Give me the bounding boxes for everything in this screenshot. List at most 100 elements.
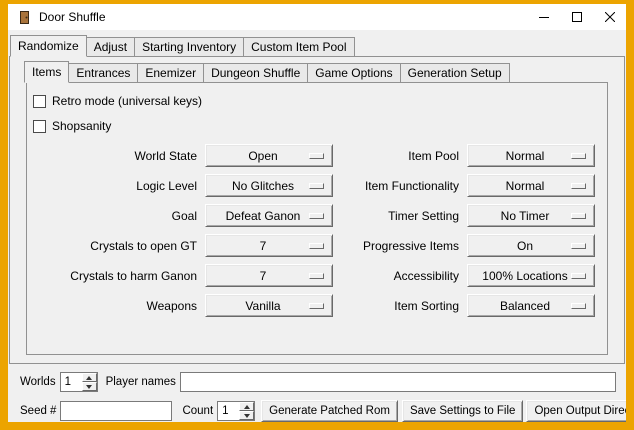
items-panel: Retro mode (universal keys) Shopsanity W… [26,82,608,355]
crystals-ganon-dropdown[interactable]: 7 [205,264,333,287]
logic-level-dropdown[interactable]: No Glitches [205,174,333,197]
tab-items[interactable]: Items [24,61,69,83]
tab-entrances[interactable]: Entrances [69,63,138,82]
close-button[interactable] [593,4,626,30]
dropdown-value: Open [248,149,277,163]
goal-label: Goal [29,209,197,223]
dropdown-indicator-icon [309,183,324,189]
caption-buttons [527,4,626,30]
count-label: Count [182,405,213,417]
retro-mode-checkbox[interactable] [33,95,46,108]
settings-row: Goal Defeat Ganon Timer Setting No Timer [29,204,605,227]
dropdown-value: 7 [260,269,267,283]
seed-row: Seed # Count 1 Generate Patched Rom Save… [20,400,616,422]
goal-dropdown[interactable]: Defeat Ganon [205,204,333,227]
spin-down-button[interactable] [82,382,97,391]
dropdown-indicator-icon [309,243,324,249]
app-window: Door Shuffle Randomize Adjust Starting I… [8,4,626,422]
dropdown-indicator-icon [571,183,586,189]
item-pool-label: Item Pool [347,149,459,163]
save-settings-button[interactable]: Save Settings to File [402,400,523,422]
progressive-items-label: Progressive Items [347,239,459,253]
player-names-label: Player names [106,376,176,388]
count-spinner[interactable]: 1 [217,401,255,421]
item-pool-dropdown[interactable]: Normal [467,144,595,167]
dropdown-value: No Glitches [232,179,294,193]
weapons-dropdown[interactable]: Vanilla [205,294,333,317]
tab-generation-setup[interactable]: Generation Setup [401,63,510,82]
dropdown-indicator-icon [309,213,324,219]
spinner-arrows [82,373,97,391]
shopsanity-label: Shopsanity [52,119,111,133]
dropdown-indicator-icon [571,153,586,159]
arrow-up-icon [244,405,250,409]
minimize-button[interactable] [527,4,560,30]
count-value[interactable]: 1 [218,402,239,420]
settings-grid: World State Open Item Pool Normal [29,144,605,317]
dropdown-indicator-icon [309,303,324,309]
item-sorting-dropdown[interactable]: Balanced [467,294,595,317]
accessibility-dropdown[interactable]: 100% Locations [467,264,595,287]
dropdown-value: On [517,239,533,253]
randomize-panel: Items Entrances Enemizer Dungeon Shuffle… [9,56,625,364]
logic-level-label: Logic Level [29,179,197,193]
crystals-gt-dropdown[interactable]: 7 [205,234,333,257]
dropdown-value: 100% Locations [482,269,567,283]
timer-setting-label: Timer Setting [347,209,459,223]
world-state-label: World State [29,149,197,163]
spin-down-button[interactable] [239,411,254,420]
settings-row: World State Open Item Pool Normal [29,144,605,167]
open-output-directory-button[interactable]: Open Output Directory [526,400,626,422]
tab-dungeon-shuffle[interactable]: Dungeon Shuffle [204,63,308,82]
item-functionality-dropdown[interactable]: Normal [467,174,595,197]
tab-adjust[interactable]: Adjust [87,37,135,56]
dropdown-value: Normal [506,149,545,163]
seed-input[interactable] [60,401,172,421]
bottom-controls: Worlds 1 Player names Seed # Count [8,364,626,422]
spin-up-button[interactable] [239,402,254,411]
crystals-gt-label: Crystals to open GT [29,239,197,253]
worlds-row: Worlds 1 Player names [20,372,616,392]
spin-up-button[interactable] [82,373,97,382]
shopsanity-checkbox-row[interactable]: Shopsanity [33,116,605,136]
tab-game-options[interactable]: Game Options [308,63,400,82]
dropdown-value: Normal [506,179,545,193]
app-icon [17,10,32,25]
weapons-label: Weapons [29,299,197,313]
dropdown-indicator-icon [571,303,586,309]
world-state-dropdown[interactable]: Open [205,144,333,167]
window-body: Randomize Adjust Starting Inventory Cust… [8,30,626,422]
tab-enemizer[interactable]: Enemizer [138,63,204,82]
settings-row: Logic Level No Glitches Item Functionali… [29,174,605,197]
settings-row: Crystals to harm Ganon 7 Accessibility 1… [29,264,605,287]
worlds-value[interactable]: 1 [61,373,82,391]
dropdown-indicator-icon [309,273,324,279]
arrow-down-icon [244,414,250,418]
shopsanity-checkbox[interactable] [33,120,46,133]
retro-mode-checkbox-row[interactable]: Retro mode (universal keys) [33,91,605,111]
settings-row: Crystals to open GT 7 Progressive Items … [29,234,605,257]
generate-patched-rom-button[interactable]: Generate Patched Rom [261,400,398,422]
crystals-ganon-label: Crystals to harm Ganon [29,269,197,283]
tab-starting-inventory[interactable]: Starting Inventory [135,37,244,56]
tab-custom-item-pool[interactable]: Custom Item Pool [244,37,354,56]
maximize-button[interactable] [560,4,593,30]
titlebar[interactable]: Door Shuffle [8,4,626,30]
dropdown-value: Balanced [500,299,550,313]
window-title: Door Shuffle [39,10,106,24]
accessibility-label: Accessibility [347,269,459,283]
player-names-input[interactable] [180,372,616,392]
progressive-items-dropdown[interactable]: On [467,234,595,257]
arrow-up-icon [86,376,92,380]
dropdown-value: No Timer [501,209,550,223]
settings-row: Weapons Vanilla Item Sorting Balanced [29,294,605,317]
timer-setting-dropdown[interactable]: No Timer [467,204,595,227]
dropdown-value: Defeat Ganon [226,209,301,223]
item-functionality-label: Item Functionality [347,179,459,193]
worlds-spinner[interactable]: 1 [60,372,98,392]
dropdown-indicator-icon [571,213,586,219]
dropdown-indicator-icon [571,243,586,249]
item-sorting-label: Item Sorting [347,299,459,313]
seed-label: Seed # [20,405,56,417]
tab-randomize[interactable]: Randomize [10,35,87,57]
